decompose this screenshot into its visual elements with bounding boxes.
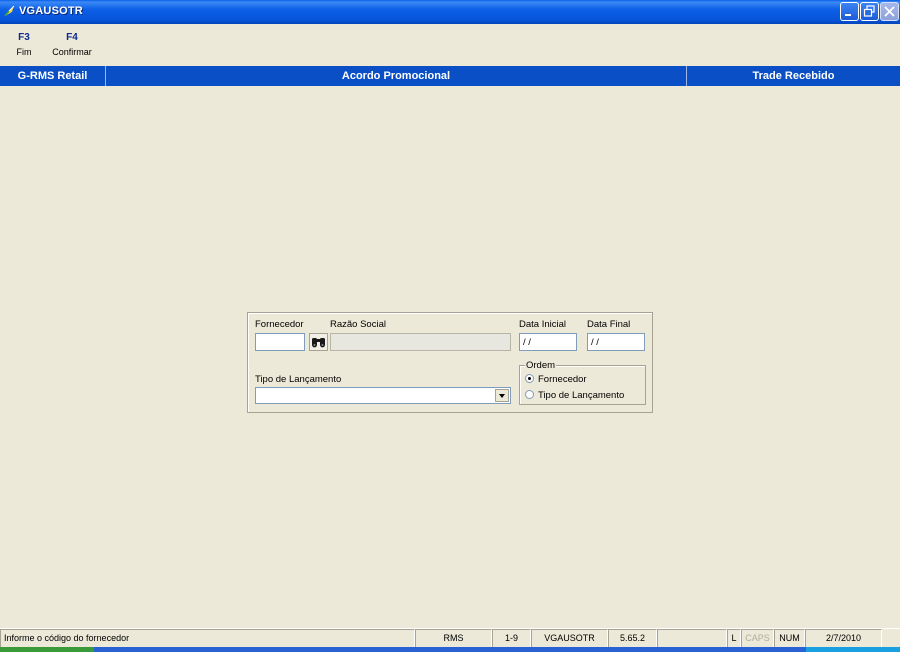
status-range: 1-9 — [492, 629, 531, 648]
fornecedor-input[interactable] — [255, 333, 305, 351]
window-title: VGAUSOTR — [19, 5, 83, 17]
search-fornecedor-button[interactable] — [309, 333, 328, 351]
status-bar: Informe o código do fornecedor RMS 1-9 V… — [0, 628, 900, 648]
close-button[interactable] — [880, 2, 899, 21]
header-product: G-RMS Retail — [0, 66, 106, 86]
fkey-label: F3 — [18, 32, 30, 43]
restore-button[interactable] — [860, 2, 879, 21]
fkey-label: F4 — [66, 32, 78, 43]
filter-panel: Fornecedor Razão Social Data Inicial / /… — [247, 312, 653, 413]
fkey-caption: Fim — [16, 47, 32, 57]
status-empty — [657, 629, 727, 648]
dropdown-arrow-button[interactable] — [495, 389, 509, 402]
minimize-button[interactable] — [840, 2, 859, 21]
radio-unchecked-icon — [525, 390, 534, 399]
chevron-down-icon — [499, 394, 505, 398]
tipo-lancamento-select[interactable] — [255, 387, 511, 404]
data-inicial-input[interactable]: / / — [519, 333, 577, 351]
status-system: RMS — [415, 629, 492, 648]
header-screen-title: Acordo Promocional — [106, 66, 687, 86]
minimize-icon — [845, 14, 851, 16]
radio-label: Tipo de Lançamento — [538, 390, 625, 401]
status-caps: CAPS — [741, 629, 774, 648]
status-num: NUM — [774, 629, 805, 648]
module-header: G-RMS Retail Acordo Promocional Trade Re… — [0, 66, 900, 86]
data-final-label: Data Final — [587, 319, 631, 330]
title-bar[interactable]: VGAUSOTR — [0, 0, 900, 24]
binoculars-icon — [312, 338, 325, 348]
radio-checked-icon — [525, 374, 534, 383]
status-version: 5.65.2 — [608, 629, 657, 648]
data-inicial-label: Data Inicial — [519, 319, 566, 330]
tipo-lancamento-label: Tipo de Lançamento — [255, 374, 342, 385]
ordem-tipo-lancamento-radio[interactable]: Tipo de Lançamento — [525, 390, 624, 401]
status-message: Informe o código do fornecedor — [0, 629, 415, 648]
status-program: VGAUSOTR — [531, 629, 608, 648]
fkey-caption: Confirmar — [52, 47, 92, 57]
ordem-fornecedor-radio[interactable]: Fornecedor — [525, 374, 587, 385]
restore-icon — [863, 5, 875, 17]
close-icon — [884, 6, 895, 17]
header-subtitle: Trade Recebido — [752, 70, 835, 82]
taskbar-strip — [0, 647, 900, 652]
ordem-legend: Ordem — [525, 360, 557, 371]
fim-button[interactable]: F3 Fim — [12, 32, 36, 57]
ordem-group: Ordem Fornecedor Tipo de Lançamento — [519, 360, 646, 405]
app-leaf-icon — [4, 5, 15, 17]
data-final-input[interactable]: / / — [587, 333, 645, 351]
fornecedor-label: Fornecedor — [255, 319, 304, 330]
radio-label: Fornecedor — [538, 374, 587, 385]
status-date: 2/7/2010 — [805, 629, 882, 648]
confirmar-button[interactable]: F4 Confirmar — [49, 32, 95, 57]
razao-social-label: Razão Social — [330, 319, 386, 330]
status-l-flag: L — [727, 629, 741, 648]
razao-social-field — [330, 333, 511, 351]
